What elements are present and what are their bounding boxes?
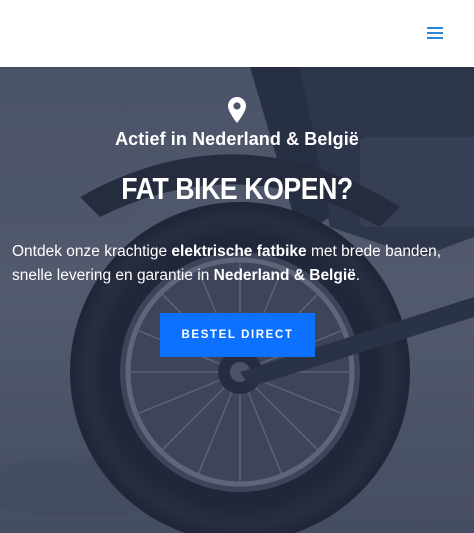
hero-title: FAT BIKE KOPEN? xyxy=(121,171,353,206)
order-now-button[interactable]: BESTEL DIRECT xyxy=(160,313,315,357)
hero-section: Actief in Nederland & België FAT BIKE KO… xyxy=(0,67,474,533)
hamburger-menu-icon[interactable] xyxy=(427,26,443,40)
site-header xyxy=(0,0,474,67)
hero-description: Ontdek onze krachtige elektrische fatbik… xyxy=(12,243,442,284)
location-tagline: Actief in Nederland & België xyxy=(115,129,359,149)
page: Actief in Nederland & België FAT BIKE KO… xyxy=(0,0,474,533)
map-pin-icon xyxy=(228,97,246,123)
